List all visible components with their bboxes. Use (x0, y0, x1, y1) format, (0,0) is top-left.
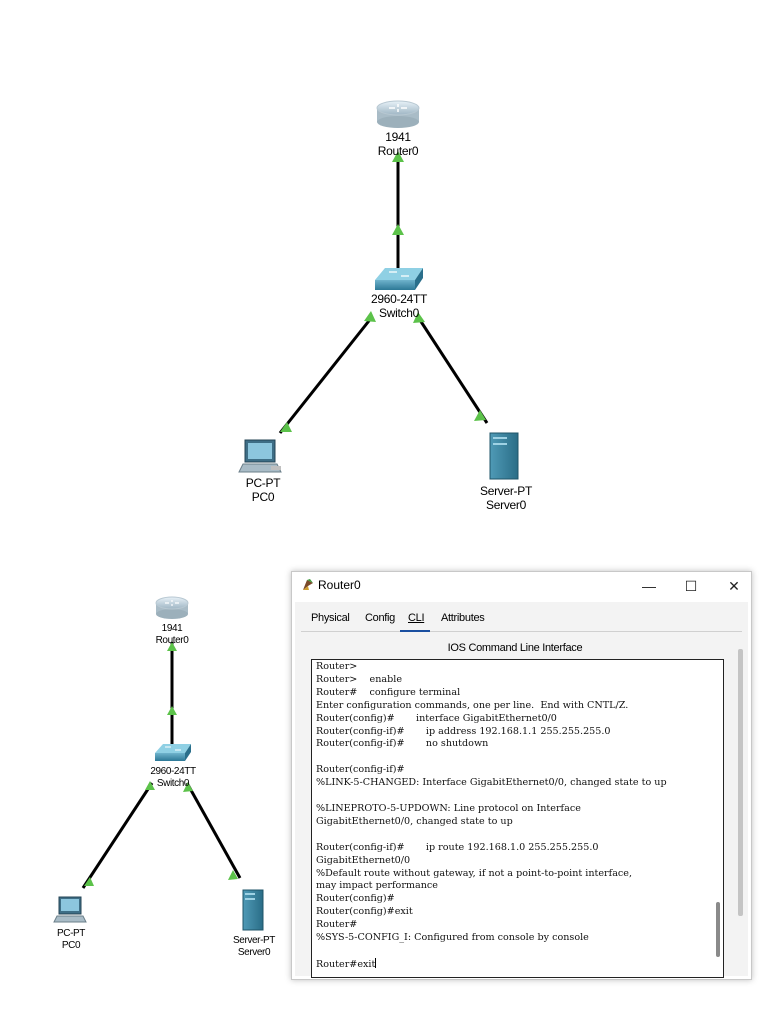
text-cursor (375, 957, 377, 968)
window-body: Physical Config CLI Attributes IOS Comma… (295, 602, 748, 978)
link-up-indicator (392, 224, 404, 235)
pc-icon[interactable] (238, 439, 282, 473)
switch-label: 2960-24TT Switch0 (150, 766, 196, 790)
tab-config[interactable]: Config (365, 612, 395, 624)
pc-model: PC-PT (56, 928, 86, 939)
link-switch-server[interactable] (185, 782, 242, 879)
tab-attributes[interactable]: Attributes (441, 612, 485, 624)
minimize-button[interactable]: — (627, 572, 671, 600)
cli-heading: IOS Command Line Interface (447, 642, 583, 654)
switch-name: Switch0 (379, 306, 419, 320)
link-up-indicator (280, 422, 292, 432)
switch-name: Switch0 (156, 778, 190, 789)
link-up-indicator (167, 706, 177, 715)
router-name: Router0 (377, 144, 419, 158)
active-tab-indicator (400, 630, 430, 632)
switch-model: 2960-24TT (371, 292, 427, 306)
link-switch-pc[interactable] (278, 316, 374, 434)
bottom-links (81, 642, 242, 889)
cli-input-line[interactable]: Router#exit (316, 959, 375, 970)
server-icon[interactable] (242, 889, 264, 931)
switch-icon[interactable] (375, 268, 423, 290)
switch-label: 2960-24TT Switch0 (371, 292, 427, 320)
pc-name: PC0 (61, 940, 81, 951)
router-model: 1941 (385, 130, 411, 144)
switch-model: 2960-24TT (150, 766, 196, 777)
tab-cli[interactable]: CLI (408, 612, 425, 624)
server-name: Server0 (237, 947, 271, 958)
cli-history: Router> Router> enable Router# configure… (316, 661, 667, 944)
router-label: 1941 Router0 (378, 130, 419, 158)
window-scrollbar[interactable] (738, 649, 744, 976)
router-label: 1941 Router0 (156, 623, 189, 647)
cli-scrollbar-thumb[interactable] (716, 902, 720, 957)
window-title: Router0 (318, 578, 361, 592)
window-titlebar[interactable]: Router0 — ☐ ✕ (292, 572, 751, 600)
server-model: Server-PT (233, 935, 275, 946)
router-icon[interactable] (155, 596, 189, 619)
cli-output: Router> Router> enable Router# configure… (312, 660, 723, 972)
pc-name: PC0 (251, 490, 275, 504)
maximize-button[interactable]: ☐ (669, 572, 713, 600)
packet-tracer-icon (303, 579, 313, 590)
close-button[interactable]: ✕ (712, 572, 756, 600)
router-config-window[interactable]: Router0 — ☐ ✕ Physical Config CLI Attrib… (291, 571, 752, 980)
server-name: Server0 (486, 498, 526, 512)
router-model: 1941 (161, 623, 183, 634)
tab-divider (301, 631, 742, 632)
link-switch-pc[interactable] (81, 782, 154, 889)
server-label: Server-PT Server0 (480, 484, 532, 512)
router-name: Router0 (155, 635, 189, 646)
router-icon[interactable] (376, 100, 420, 128)
pc-icon[interactable] (53, 896, 87, 923)
server-icon[interactable] (489, 432, 519, 480)
pc-label: PC-PT PC0 (57, 928, 85, 952)
pc-label: PC-PT PC0 (246, 476, 281, 504)
window-scrollbar-thumb[interactable] (738, 649, 743, 916)
link-up-indicator (474, 410, 486, 421)
cli-terminal[interactable]: Router> Router> enable Router# configure… (311, 659, 724, 978)
cli-scrollbar[interactable] (716, 902, 722, 962)
server-model: Server-PT (480, 484, 532, 498)
switch-icon[interactable] (155, 744, 191, 761)
server-label: Server-PT Server0 (233, 935, 275, 959)
tab-physical[interactable]: Physical (311, 612, 350, 624)
pc-model: PC-PT (245, 476, 281, 490)
link-switch-server[interactable] (416, 316, 489, 424)
